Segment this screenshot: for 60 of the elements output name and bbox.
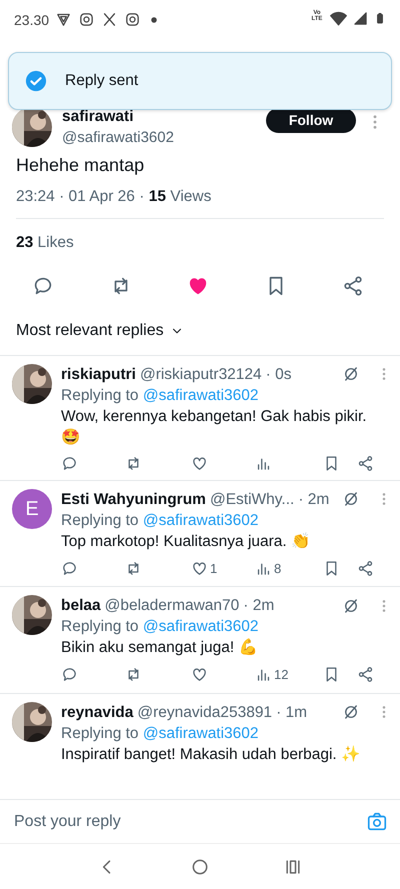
views-count: 12	[274, 666, 288, 684]
views-count: 8	[274, 560, 282, 578]
check-circle-icon	[25, 70, 47, 92]
replying-to: Replying to @safirawati3602	[61, 724, 260, 744]
replying-to: Replying to @safirawati3602	[61, 510, 260, 530]
clock-time: 23.30	[14, 11, 50, 30]
reply-author-name: belaa	[61, 596, 101, 616]
grok-icon[interactable]	[342, 365, 360, 383]
author-handle: @safirawati3602	[62, 128, 175, 148]
dot-icon	[151, 17, 158, 23]
like-icon[interactable]	[191, 666, 208, 684]
reply-author-handle: @riskiaputr32124	[140, 364, 262, 384]
grok-icon[interactable]	[342, 596, 360, 614]
reply-text: Wow, kerennya kebangetan! Gak habis pikir. 🤩	[61, 406, 368, 448]
reply-icon[interactable]	[61, 560, 78, 577]
grok-icon[interactable]	[342, 490, 360, 508]
camera-app-icon	[124, 11, 142, 28]
share-icon[interactable]	[357, 666, 374, 684]
reply-text: Top markotop! Kualitasnya juara. 👏	[61, 532, 312, 552]
reply-time: · 0s	[266, 364, 292, 384]
reply-author-handle: @reynavida253891	[137, 702, 272, 722]
grok-icon[interactable]	[342, 703, 360, 721]
reply-input-field[interactable]: Post your reply	[12, 808, 366, 834]
mention-link[interactable]: @safirawati3602	[142, 724, 259, 742]
replying-to: Replying to @safirawati3602	[61, 386, 260, 406]
share-icon[interactable]	[357, 454, 374, 472]
like-icon[interactable]	[191, 560, 208, 577]
signal-icon	[353, 10, 368, 27]
mention-link[interactable]: @safirawati3602	[142, 512, 259, 528]
post-text: Hehehe mantap	[16, 154, 146, 177]
reply-time: · 2m	[243, 596, 274, 616]
like-icon[interactable]	[191, 454, 208, 472]
reply-time: · 1m	[276, 702, 308, 722]
reply-icon[interactable]	[61, 666, 78, 684]
vpn-shield-icon	[55, 11, 72, 28]
like-count: 1	[210, 560, 218, 578]
mention-link[interactable]: @safirawati3602	[142, 618, 259, 635]
share-icon[interactable]	[357, 560, 374, 577]
reply-author-name: Esti Wahyuningrum	[61, 490, 206, 510]
camera-app-icon	[78, 11, 96, 28]
post-meta: 23:24 · 01 Apr 26 · 15 Views	[16, 187, 212, 207]
likes-count: 23 Likes	[16, 233, 75, 254]
home-icon[interactable]	[190, 856, 210, 876]
reply-time: · 2m	[298, 490, 330, 510]
author-name: safirawati	[62, 107, 135, 127]
mention-link[interactable]: @safirawati3602	[142, 386, 259, 404]
reply-author-handle: @EstiWhy...	[210, 490, 294, 510]
letter-avatar: E	[12, 488, 52, 528]
reply-author-name: reynavida	[61, 702, 134, 722]
camera-icon[interactable]	[366, 810, 388, 832]
reply-icon[interactable]	[61, 454, 78, 472]
reply-text: Inspiratif banget! Makasih udah berbagi. ✨	[61, 744, 362, 764]
share-icon[interactable]	[342, 274, 364, 296]
replying-to: Replying to @safirawati3602	[61, 617, 260, 637]
reply-author-name: riskiaputri	[61, 364, 136, 384]
sort-label[interactable]: Most relevant replies	[16, 318, 164, 342]
toast-message: Reply sent	[65, 71, 138, 92]
reply-author-handle: @beladermawan70	[104, 596, 240, 616]
wifi-icon	[330, 10, 347, 27]
reply-text: Bikin aku semangat juga! 💪	[61, 637, 258, 658]
